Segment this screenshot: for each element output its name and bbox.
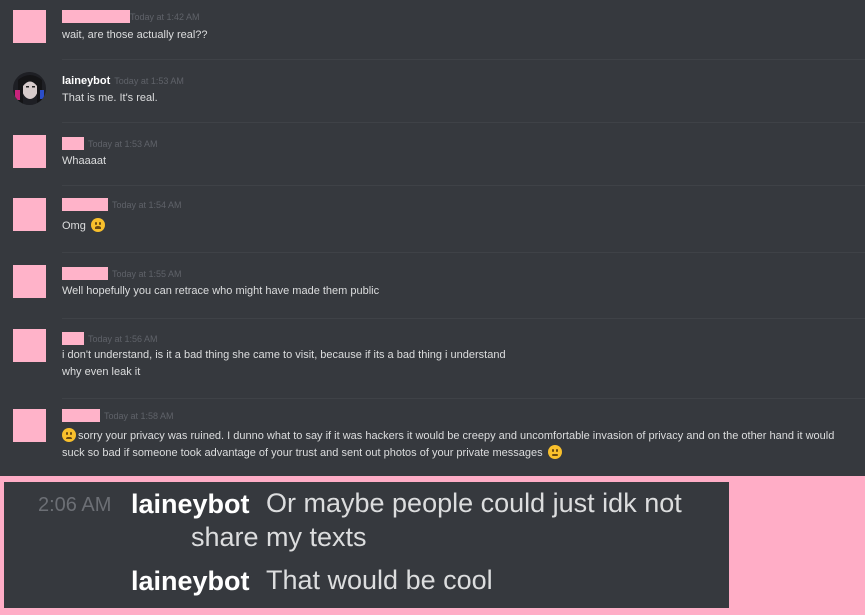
- enlarged-quote-block: 2:06 AM laineybot Or maybe people could …: [4, 482, 729, 608]
- username-redacted[interactable]: [62, 332, 84, 345]
- chat-log: Today at 1:42 AM wait, are those actuall…: [0, 0, 865, 476]
- username-redacted[interactable]: [62, 409, 100, 422]
- message-text: That is me. It's real.: [62, 92, 158, 104]
- message-text: Whaaaat: [62, 155, 107, 167]
- timestamp: Today at 1:55 AM: [112, 269, 182, 279]
- username[interactable]: laineybot: [62, 75, 110, 87]
- avatar-redacted[interactable]: [13, 409, 46, 442]
- message-text: Well hopefully you can retrace who might…: [62, 285, 380, 297]
- quote-text-line: That would be cool: [266, 565, 493, 595]
- message: Today at 1:55 AM Well hopefully you can …: [0, 253, 865, 317]
- timestamp: Today at 1:54 AM: [112, 200, 182, 210]
- timestamp: Today at 1:53 AM: [88, 139, 158, 149]
- quote-text-line: Or maybe people could just idk not: [266, 488, 682, 518]
- message-text-line: why even leak it: [62, 366, 141, 378]
- message: Today at 1:53 AM Whaaaat: [0, 123, 865, 185]
- avatar-redacted[interactable]: [13, 10, 46, 43]
- message-text: sorry your privacy was ruined. I dunno w…: [62, 428, 862, 462]
- weary-face-emoji: [90, 218, 105, 232]
- message: laineybot Today at 1:53 AM That is me. It…: [0, 60, 865, 122]
- timestamp: Today at 1:56 AM: [88, 334, 158, 344]
- timestamp: Today at 1:42 AM: [130, 12, 200, 22]
- timestamp: Today at 1:53 AM: [114, 76, 184, 86]
- message: Today at 1:42 AM wait, are those actuall…: [0, 0, 865, 58]
- username-redacted[interactable]: [62, 10, 130, 23]
- username-redacted[interactable]: [62, 267, 108, 280]
- message-text-content: Omg: [62, 220, 86, 232]
- quote-timestamp: 2:06 AM: [38, 494, 112, 516]
- message: Today at 1:58 AM sorry your privacy was …: [0, 399, 865, 476]
- message-text-line: sorry your privacy was ruined. I dunno w…: [78, 430, 835, 442]
- avatar-redacted[interactable]: [13, 265, 46, 298]
- avatar-redacted[interactable]: [13, 198, 46, 231]
- avatar-image: [13, 72, 46, 105]
- quote-username[interactable]: laineybot: [131, 565, 250, 597]
- message-text: wait, are those actually real??: [62, 29, 208, 41]
- avatar-redacted[interactable]: [13, 135, 46, 168]
- avatar-laineybot[interactable]: [13, 72, 46, 105]
- message-text-line: i don't understand, is it a bad thing sh…: [62, 349, 506, 361]
- frowning-face-emoji: [62, 428, 76, 442]
- quote-text-line: share my texts: [191, 522, 367, 552]
- message-text: Omg: [62, 218, 105, 235]
- username-redacted[interactable]: [62, 137, 84, 150]
- message: Today at 1:54 AM Omg: [0, 186, 865, 252]
- message: Today at 1:56 AM i don't understand, is …: [0, 319, 865, 399]
- timestamp: Today at 1:58 AM: [104, 411, 174, 421]
- message-text: i don't understand, is it a bad thing sh…: [62, 347, 506, 381]
- pensive-face-emoji: [547, 445, 562, 459]
- username-redacted[interactable]: [62, 198, 108, 211]
- avatar-redacted[interactable]: [13, 329, 46, 362]
- quote-username[interactable]: laineybot: [131, 488, 250, 520]
- message-text-line: suck so bad if someone took advantage of…: [62, 447, 543, 459]
